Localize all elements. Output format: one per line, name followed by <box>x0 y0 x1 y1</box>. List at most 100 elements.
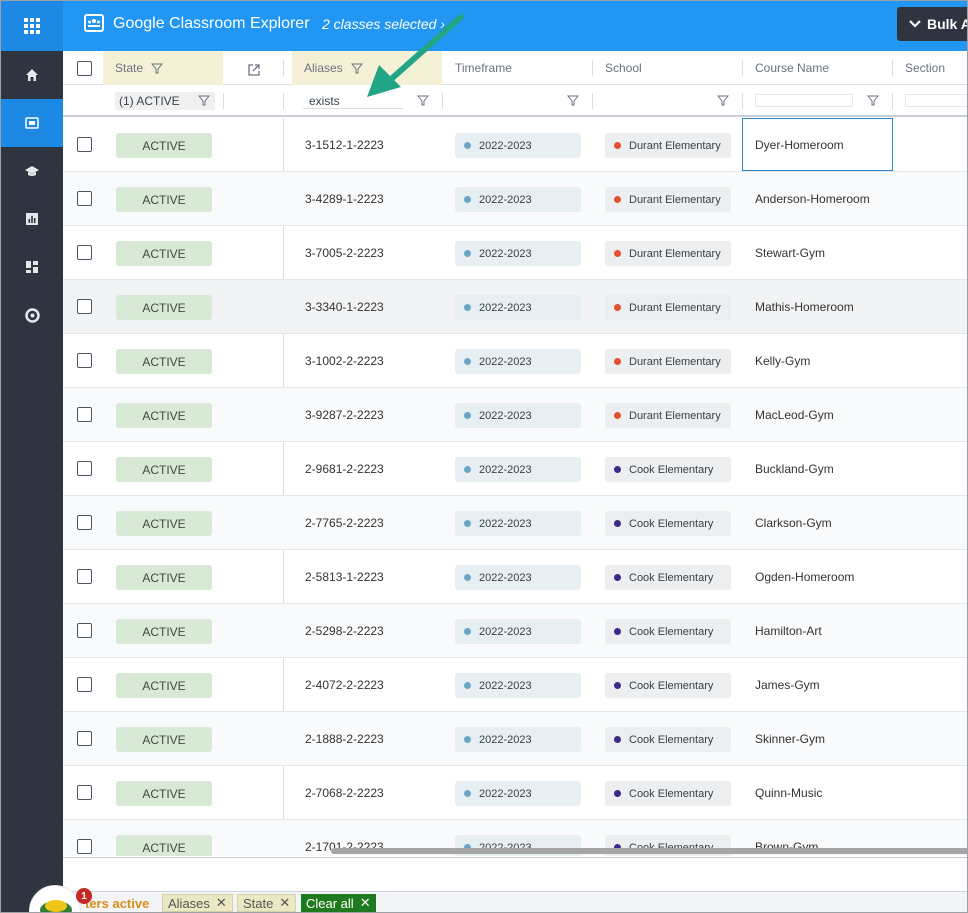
row-checkbox[interactable] <box>77 245 92 260</box>
course-name-cell[interactable]: Stewart-Gym <box>755 246 825 260</box>
course-name-cell[interactable]: Ogden-Homeroom <box>755 570 854 584</box>
column-divider <box>283 60 284 76</box>
rail-item-courses[interactable] <box>1 147 63 195</box>
settings-wheel-icon <box>24 307 40 323</box>
school-chip: Cook Elementary <box>605 457 731 482</box>
table-row[interactable]: ACTIVE 3-1512-1-2223 2022-2023 Durant Eleme… <box>63 118 967 172</box>
table-row[interactable]: ACTIVE 3-3340-1-2223 2022-2023 Durant Eleme… <box>63 280 967 334</box>
filter-tag-aliases[interactable]: Aliases ✕ <box>162 894 233 912</box>
rail-item-home[interactable] <box>1 51 63 99</box>
timeframe-label: 2022-2023 <box>479 625 532 638</box>
course-name-cell[interactable]: Dyer-Homeroom <box>755 138 844 152</box>
row-checkbox[interactable] <box>77 299 92 314</box>
course-name-cell[interactable]: Skinner-Gym <box>755 732 825 746</box>
filter-icon[interactable] <box>151 63 164 74</box>
school-label: Durant Elementary <box>629 247 721 260</box>
section-filter-input[interactable] <box>905 94 967 107</box>
school-label: Durant Elementary <box>629 301 721 314</box>
alias-cell: 2-7765-2-2223 <box>305 516 384 530</box>
grid-bottom-border <box>63 857 967 858</box>
row-checkbox[interactable] <box>77 137 92 152</box>
school-chip: Cook Elementary <box>605 781 731 806</box>
course-name-filter-input[interactable] <box>755 94 853 107</box>
course-name-cell[interactable]: Kelly-Gym <box>755 354 810 368</box>
rail-item-support[interactable] <box>1 291 63 339</box>
horizontal-scrollbar[interactable] <box>331 848 967 854</box>
row-checkbox[interactable] <box>77 407 92 422</box>
column-header-section[interactable]: Section <box>893 51 945 85</box>
row-checkbox[interactable] <box>77 677 92 692</box>
table-row[interactable]: ACTIVE 2-9681-2-2223 2022-2023 Cook Element… <box>63 442 967 496</box>
annotation-arrow <box>367 14 464 97</box>
close-icon: ✕ <box>359 895 371 910</box>
school-chip: Durant Elementary <box>605 133 731 158</box>
state-badge: ACTIVE <box>116 187 212 212</box>
school-chip: Durant Elementary <box>605 187 731 212</box>
timeframe-label: 2022-2023 <box>479 679 532 692</box>
column-label-section: Section <box>905 61 946 75</box>
classroom-logo-icon <box>84 14 104 32</box>
table-row[interactable]: ACTIVE 2-7765-2-2223 2022-2023 Cook Element… <box>63 496 967 550</box>
bulk-actions-button[interactable]: Bulk A <box>897 7 967 41</box>
filter-icon[interactable] <box>867 95 879 106</box>
filter-icon[interactable] <box>198 95 210 106</box>
column-divider <box>283 93 284 109</box>
column-header-course-name[interactable]: Course Name <box>743 51 829 85</box>
alias-cell: 3-1002-2-2223 <box>305 354 384 368</box>
school-chip: Cook Elementary <box>605 727 731 752</box>
course-name-cell[interactable]: Quinn-Music <box>755 786 822 800</box>
row-checkbox[interactable] <box>77 839 92 854</box>
grid-header-row: State Aliases Timeframe School Course Na… <box>63 51 967 85</box>
school-chip: Cook Elementary <box>605 673 731 698</box>
row-checkbox[interactable] <box>77 515 92 530</box>
column-header-state[interactable]: State <box>103 51 223 85</box>
notification-badge: 1 <box>76 888 92 904</box>
school-label: Durant Elementary <box>629 355 721 368</box>
course-name-cell[interactable]: Buckland-Gym <box>755 462 834 476</box>
row-checkbox[interactable] <box>77 785 92 800</box>
course-name-cell[interactable]: MacLeod-Gym <box>755 408 834 422</box>
apps-grid-icon <box>24 18 40 34</box>
row-checkbox[interactable] <box>77 353 92 368</box>
row-checkbox[interactable] <box>77 569 92 584</box>
course-name-cell[interactable]: Mathis-Homeroom <box>755 300 854 314</box>
rail-item-classroom[interactable] <box>1 99 63 147</box>
row-checkbox[interactable] <box>77 731 92 746</box>
filter-tag-state[interactable]: State ✕ <box>237 894 297 912</box>
row-checkbox[interactable] <box>77 623 92 638</box>
row-checkbox[interactable] <box>77 191 92 206</box>
table-row[interactable]: ACTIVE 3-9287-2-2223 2022-2023 Durant Eleme… <box>63 388 967 442</box>
clear-all-button[interactable]: Clear all ✕ <box>301 894 376 912</box>
course-name-cell[interactable]: James-Gym <box>755 678 820 692</box>
row-checkbox[interactable] <box>77 461 92 476</box>
table-row[interactable]: ACTIVE 2-4072-2-2223 2022-2023 Cook Element… <box>63 658 967 712</box>
table-row[interactable]: ACTIVE 2-5813-1-2223 2022-2023 Cook Element… <box>63 550 967 604</box>
close-icon[interactable]: ✕ <box>279 895 290 911</box>
filter-icon[interactable] <box>567 95 579 106</box>
timeframe-dot <box>464 574 471 581</box>
school-chip: Durant Elementary <box>605 241 731 266</box>
table-row[interactable]: ACTIVE 3-7005-2-2223 2022-2023 Durant Eleme… <box>63 226 967 280</box>
rail-item-reports[interactable] <box>1 195 63 243</box>
course-name-cell[interactable]: Hamilton-Art <box>755 624 822 638</box>
school-label: Cook Elementary <box>629 733 714 746</box>
rail-item-dashboard[interactable] <box>1 243 63 291</box>
apps-grid-button[interactable] <box>1 1 63 51</box>
classroom-icon <box>25 117 39 129</box>
table-row[interactable]: ACTIVE 2-1888-2-2223 2022-2023 Cook Element… <box>63 712 967 766</box>
school-chip: Cook Elementary <box>605 511 731 536</box>
table-row[interactable]: ACTIVE 3-4289-1-2223 2022-2023 Durant Eleme… <box>63 172 967 226</box>
table-row[interactable]: ACTIVE 3-1002-2-2223 2022-2023 Durant Eleme… <box>63 334 967 388</box>
course-name-cell[interactable]: Clarkson-Gym <box>755 516 832 530</box>
column-header-school[interactable]: School <box>593 51 642 85</box>
state-badge: ACTIVE <box>116 403 212 428</box>
table-row[interactable]: ACTIVE 2-5298-2-2223 2022-2023 Cook Element… <box>63 604 967 658</box>
course-name-cell[interactable]: Anderson-Homeroom <box>755 192 870 206</box>
close-icon[interactable]: ✕ <box>216 895 227 911</box>
select-all-checkbox[interactable] <box>77 61 92 76</box>
table-row[interactable]: ACTIVE 2-7068-2-2223 2022-2023 Cook Element… <box>63 766 967 820</box>
timeframe-chip: 2022-2023 <box>455 673 581 698</box>
chart-icon <box>26 213 38 225</box>
open-external-icon[interactable] <box>247 63 261 77</box>
filter-icon[interactable] <box>717 95 729 106</box>
